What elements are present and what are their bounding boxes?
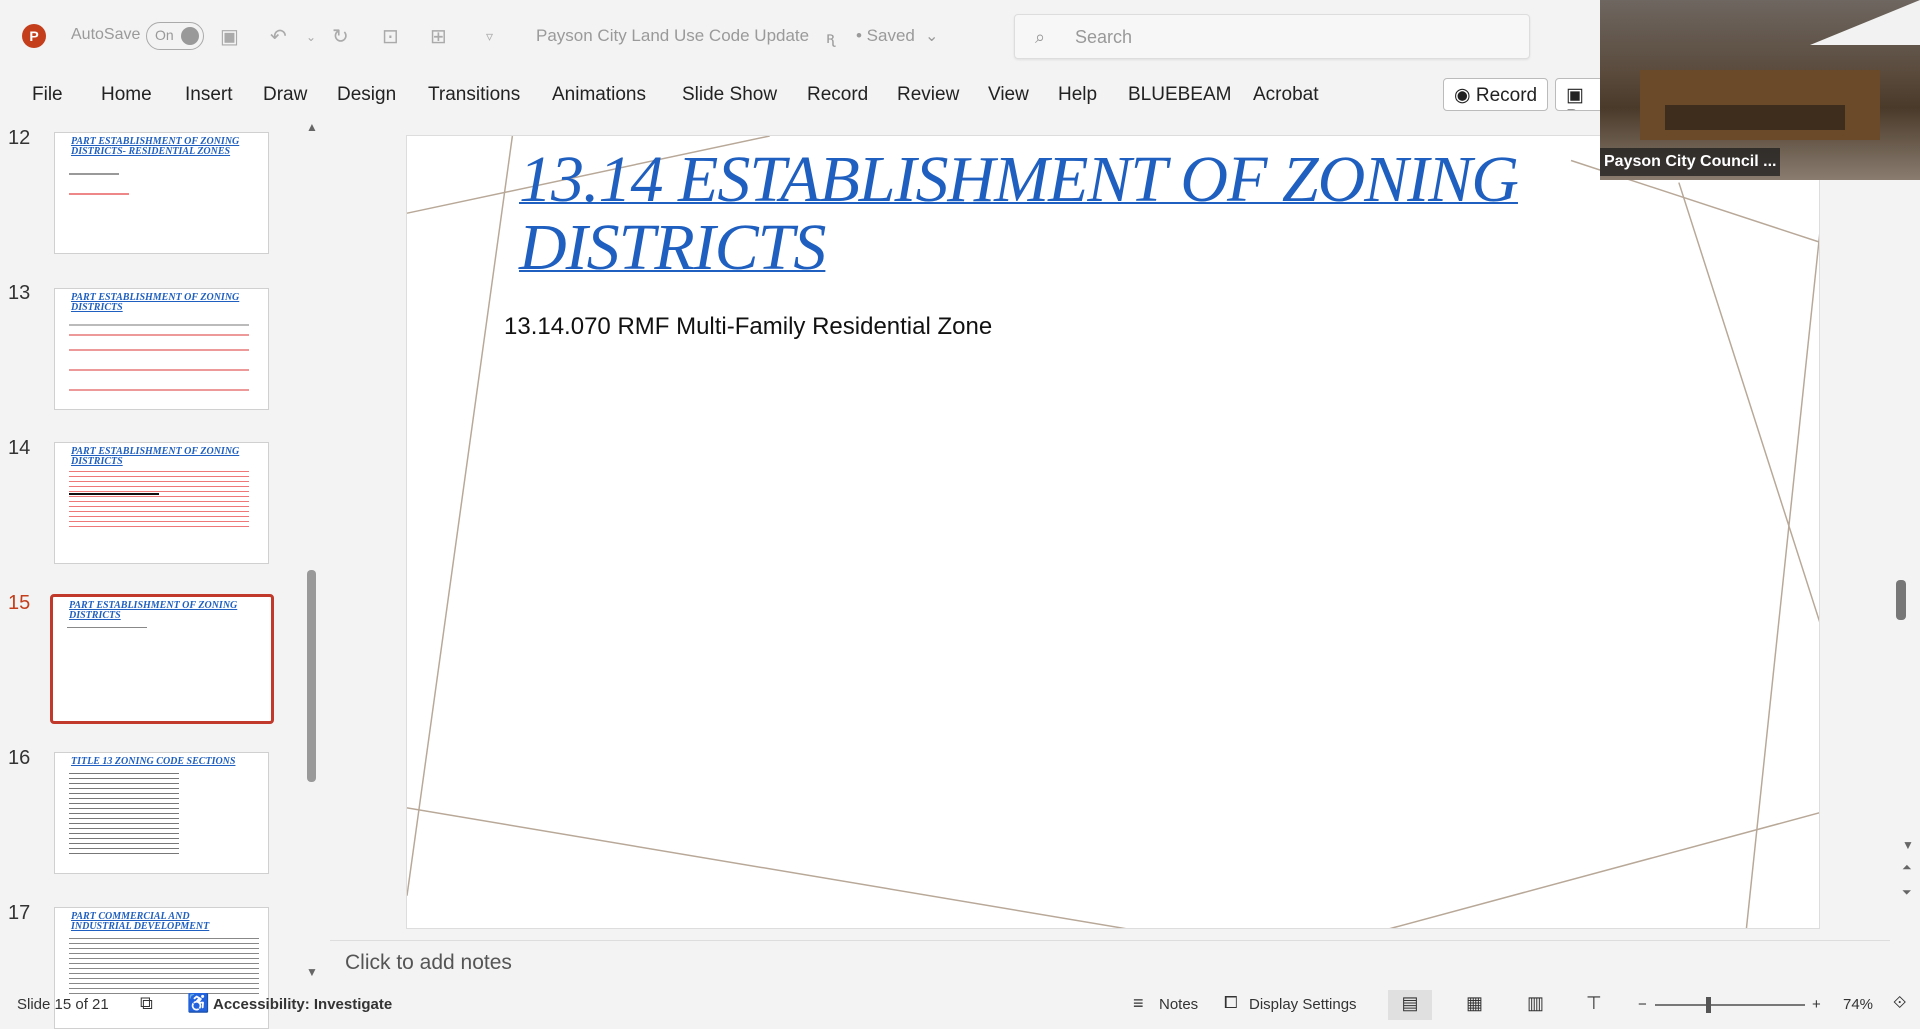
slide-thumbnail-12[interactable]: PART ESTABLISHMENT OF ZONING DISTRICTS- … [54, 132, 269, 254]
zoom-in-icon[interactable]: + [1812, 996, 1821, 1013]
scroll-down-icon[interactable]: ▼ [306, 965, 318, 979]
accessibility-icon[interactable]: ♿ [187, 993, 209, 1014]
search-icon: ⌕ [1035, 27, 1046, 47]
autosave-toggle[interactable]: On [146, 22, 204, 50]
slide-scroll-down-icon[interactable]: ▼ [1902, 838, 1914, 852]
search-box[interactable]: ⌕ Search [1014, 14, 1530, 59]
tab-insert[interactable]: Insert [185, 84, 233, 106]
record-label: Record [1475, 85, 1538, 106]
undo-icon[interactable]: ↶ [270, 24, 287, 49]
autosave-label: AutoSave [71, 26, 141, 43]
slideshow-icon[interactable]: ⊤ [1586, 993, 1602, 1014]
slide-title[interactable]: 13.14 ESTABLISHMENT OF ZONING DISTRICTS [519, 146, 1719, 282]
save-icon[interactable]: ▣ [220, 24, 239, 49]
saved-status[interactable]: • Saved [856, 26, 915, 46]
tab-design[interactable]: Design [337, 84, 396, 106]
share-people-icon: ꭆ [826, 30, 835, 47]
record-button[interactable]: ◉ Record [1443, 78, 1549, 111]
tab-acrobat[interactable]: Acrobat [1253, 84, 1318, 106]
undo-dropdown-icon[interactable]: ⌄ [306, 30, 316, 44]
tab-transitions[interactable]: Transitions [428, 84, 520, 106]
slide-number: 16 [8, 747, 31, 769]
notes-button[interactable]: Notes [1159, 996, 1198, 1013]
status-bar: Slide 15 of 21 ⧉ ♿ Accessibility: Invest… [0, 990, 1920, 1020]
slide-sorter-icon[interactable]: ▦ [1466, 993, 1483, 1014]
normal-view-icon[interactable]: ▤ [1388, 990, 1432, 1020]
notes-icon[interactable]: ≡ [1133, 993, 1144, 1014]
notes-pane[interactable]: Click to add notes [330, 940, 1890, 984]
previous-slide-icon[interactable]: ⏶ [1902, 860, 1912, 875]
tab-record[interactable]: Record [807, 84, 868, 106]
video-participant-label: Payson City Council ... [1600, 148, 1781, 176]
next-slide-icon[interactable]: ⏷ [1902, 885, 1912, 900]
zoom-level[interactable]: 74% [1843, 996, 1873, 1013]
record-icon: ◉ [1454, 85, 1476, 106]
scroll-up-icon[interactable]: ▲ [306, 120, 318, 134]
slide-scrollbar-thumb[interactable] [1896, 580, 1906, 620]
slide-thumbnail-16[interactable]: TITLE 13 ZONING CODE SECTIONS [54, 752, 269, 874]
tab-bluebeam[interactable]: BLUEBEAM [1128, 84, 1231, 106]
thumbnail-title: PART ESTABLISHMENT OF ZONING DISTRICTS [71, 446, 240, 467]
present-label: Pr [1566, 107, 1585, 110]
ribbon-tabs: File Home Insert Draw Design Transitions… [0, 74, 1600, 116]
slide-thumbnail-13[interactable]: PART ESTABLISHMENT OF ZONING DISTRICTS [54, 288, 269, 410]
powerpoint-logo-icon: P [22, 24, 46, 48]
scrollbar-thumb[interactable] [307, 570, 316, 782]
tab-draw[interactable]: Draw [263, 84, 307, 106]
reading-view-icon[interactable]: ▥ [1527, 993, 1544, 1014]
thumbnail-title: TITLE 13 ZONING CODE SECTIONS [71, 756, 236, 767]
zoom-slider-thumb[interactable] [1706, 997, 1711, 1013]
tab-home[interactable]: Home [101, 84, 152, 106]
present-from-start-icon[interactable]: ⊡ [382, 24, 399, 49]
accessibility-status[interactable]: Accessibility: Investigate [213, 996, 392, 1013]
notes-placeholder[interactable]: Click to add notes [345, 951, 512, 975]
saved-chevron-icon[interactable]: ⌄ [925, 26, 938, 46]
spellcheck-icon[interactable]: ⧉ [140, 993, 153, 1014]
slide-body-text[interactable]: 13.14.070 RMF Multi-Family Residential Z… [504, 313, 992, 341]
document-title[interactable]: Payson City Land Use Code Update [536, 26, 809, 46]
customize-toolbar-icon[interactable]: ▿ [486, 28, 493, 45]
thumbnail-title: PART ESTABLISHMENT OF ZONING DISTRICTS [69, 600, 238, 621]
slide-number: 12 [8, 127, 31, 149]
tab-animations[interactable]: Animations [552, 84, 646, 106]
teams-icon: ▣ [1566, 85, 1584, 106]
tab-help[interactable]: Help [1058, 84, 1097, 106]
redo-icon[interactable]: ↻ [332, 24, 349, 49]
new-slide-icon[interactable]: ⊞ [430, 24, 447, 49]
slide-thumbnail-panel: 12 PART ESTABLISHMENT OF ZONING DISTRICT… [0, 120, 328, 1029]
slide-thumbnail-14[interactable]: PART ESTABLISHMENT OF ZONING DISTRICTS [54, 442, 269, 564]
slide-number: 13 [8, 282, 31, 304]
zoom-slider[interactable] [1655, 1004, 1805, 1006]
fit-to-window-icon[interactable]: ⟐ [1893, 993, 1906, 1013]
slide-canvas[interactable]: 13.14 ESTABLISHMENT OF ZONING DISTRICTS … [406, 135, 1820, 929]
slide-number: 17 [8, 902, 31, 924]
zoom-out-icon[interactable]: − [1638, 996, 1647, 1013]
thumbnail-title: PART ESTABLISHMENT OF ZONING DISTRICTS- … [71, 136, 240, 157]
video-call-overlay[interactable]: Payson City Council ... [1600, 0, 1920, 180]
tab-file[interactable]: File [32, 84, 63, 106]
slide-thumbnail-15[interactable]: PART ESTABLISHMENT OF ZONING DISTRICTS [50, 594, 274, 724]
slide-number: 14 [8, 437, 31, 459]
tab-slide-show[interactable]: Slide Show [682, 84, 777, 106]
slide-number: 15 [8, 592, 31, 614]
tab-view[interactable]: View [988, 84, 1029, 106]
thumbnail-title: PART COMMERCIAL AND INDUSTRIAL DEVELOPME… [71, 911, 210, 932]
search-input[interactable]: Search [1075, 27, 1132, 48]
thumbnail-scrollbar[interactable]: ▲ ▼ [305, 120, 319, 985]
thumbnail-title: PART ESTABLISHMENT OF ZONING DISTRICTS [71, 292, 240, 313]
display-settings-icon[interactable]: ⧠ [1224, 993, 1238, 1013]
tab-review[interactable]: Review [897, 84, 959, 106]
slide-counter: Slide 15 of 21 [17, 996, 109, 1013]
display-settings-button[interactable]: Display Settings [1249, 996, 1357, 1013]
